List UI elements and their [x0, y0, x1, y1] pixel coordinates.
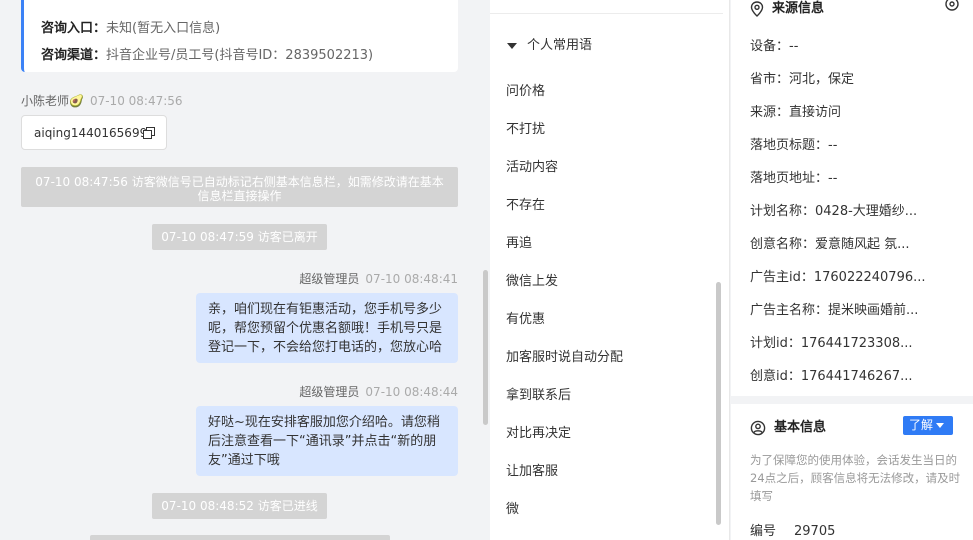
user-circle-icon	[750, 420, 766, 435]
phrases-divider	[490, 0, 723, 14]
message-bubble: 好哒~现在安排客服加您介绍哈。请您稍后注意查看一下“通讯录”并点击“新的朋友”通…	[196, 406, 458, 476]
phrase-item[interactable]: 再追	[506, 232, 532, 251]
phrase-item[interactable]: 让加客服	[506, 460, 558, 479]
basic-info-note: 为了保障您的使用体验，会话发生当日的24点之后，顾客信息将无法修改，请及时填写	[750, 453, 961, 503]
source-row-creative-id: 创意id：176441746267...	[750, 369, 913, 384]
settings-icon[interactable]	[944, 0, 960, 12]
caret-down-icon	[507, 42, 517, 49]
source-row-landing-url: 落地页地址：--	[750, 171, 838, 186]
customer-id-value: 29705	[794, 524, 836, 539]
wechat-id-text: aiqing1440165699	[34, 126, 148, 140]
customer-id-label: 编号	[750, 524, 777, 539]
consult-entry-value: 未知(暂无入口信息)	[106, 21, 221, 36]
customer-id-row: 编号 29705	[750, 520, 835, 539]
phrase-item[interactable]: 不打扰	[506, 118, 545, 137]
message-time: 07-10 08:47:56	[89, 94, 183, 108]
chat-workspace: 咨询入口：未知(暂无入口信息) 咨询渠道：抖音企业号/员工号(抖音号ID：283…	[0, 0, 973, 540]
section-divider	[731, 396, 973, 404]
sender-name: 小陈老师🥑	[21, 94, 84, 108]
system-message-autotag: 07-10 08:47:56 访客微信号已自动标记右侧基本信息栏，如需修改请在基…	[21, 167, 458, 207]
learn-more-dropdown[interactable]: 了解	[903, 416, 953, 435]
source-row-landing-title: 落地页标题：--	[750, 138, 838, 153]
source-row-advertiser-name: 广告主名称：提米映画婚前...	[750, 303, 919, 318]
message-time: 07-10 08:48:44	[365, 385, 458, 399]
sender-row: 小陈老师🥑 07-10 08:47:56	[21, 92, 183, 109]
phrase-item[interactable]: 拿到联系后	[506, 384, 571, 403]
admin-sender-row: 超级管理员 07-10 08:48:44	[299, 383, 458, 400]
consult-channel-label: 咨询渠道：	[41, 48, 107, 63]
wechat-id-message[interactable]: aiqing1440165699	[21, 115, 167, 150]
chat-scrollbar[interactable]	[483, 270, 488, 425]
admin-name: 超级管理员	[299, 385, 360, 399]
phrases-group-toggle[interactable]: 个人常用语	[507, 34, 592, 53]
phrase-item[interactable]: 有优惠	[506, 308, 545, 327]
phrase-item[interactable]: 问价格	[506, 80, 545, 99]
source-row-advertiser-id: 广告主id：176022240796...	[750, 270, 926, 285]
phrase-item[interactable]: 对比再决定	[506, 422, 571, 441]
source-info-title: 来源信息	[772, 1, 825, 16]
consult-entry-row: 咨询入口：未知(暂无入口信息)	[41, 17, 220, 36]
phrases-group-title: 个人常用语	[527, 38, 593, 53]
phrase-item[interactable]: 微信上发	[506, 270, 558, 289]
consult-info-card: 咨询入口：未知(暂无入口信息) 咨询渠道：抖音企业号/员工号(抖音号ID：283…	[21, 0, 458, 72]
source-info-header: 来源信息	[750, 0, 824, 17]
message-time: 07-10 08:48:41	[365, 272, 458, 286]
source-row-plan-name: 计划名称：0428-大理婚纱...	[750, 204, 918, 219]
consult-channel-row: 咨询渠道：抖音企业号/员工号(抖音号ID：2839502213)	[41, 44, 373, 63]
system-message-partial	[90, 535, 390, 540]
copy-icon[interactable]	[143, 127, 155, 139]
learn-more-label: 了解	[909, 418, 934, 432]
phrase-item[interactable]: 不存在	[506, 194, 545, 213]
consult-entry-label: 咨询入口：	[41, 21, 107, 36]
admin-name: 超级管理员	[299, 272, 360, 286]
phrase-item[interactable]: 微	[506, 498, 519, 517]
system-message-entered: 07-10 08:48:52 访客已进线	[152, 493, 327, 519]
phrase-item[interactable]: 活动内容	[506, 156, 558, 175]
source-row-origin: 来源：直接访问	[750, 105, 842, 120]
consult-channel-value: 抖音企业号/员工号(抖音号ID：2839502213)	[106, 48, 374, 63]
message-bubble: 亲，咱们现在有钜惠活动，您手机号多少呢，帮您预留个优惠名额哦！手机号只是登记一下…	[196, 293, 458, 363]
source-row-plan-id: 计划id：176441723308...	[750, 336, 913, 351]
location-pin-icon	[750, 0, 764, 17]
chat-panel: 咨询入口：未知(暂无入口信息) 咨询渠道：抖音企业号/员工号(抖音号ID：283…	[0, 0, 490, 540]
source-row-region: 省市：河北，保定	[750, 72, 855, 87]
source-row-device: 设备：--	[750, 39, 799, 54]
phrases-scrollbar[interactable]	[716, 282, 721, 525]
phrases-panel: 个人常用语 问价格 不打扰 活动内容 不存在 再追 微信上发 有优惠 加客服时说…	[490, 0, 730, 540]
basic-info-title: 基本信息	[774, 420, 827, 435]
basic-info-header: 基本信息	[750, 416, 826, 436]
customer-info-panel: 来源信息 设备：-- 省市：河北，保定 来源：直接访问 落地页标题：-- 落地页…	[731, 0, 973, 540]
system-message-left: 07-10 08:47:59 访客已离开	[152, 224, 327, 250]
admin-sender-row: 超级管理员 07-10 08:48:41	[299, 270, 458, 287]
phrase-item[interactable]: 加客服时说自动分配	[506, 346, 623, 365]
source-row-creative-name: 创意名称：爱意随风起 氛...	[750, 237, 910, 252]
caret-down-icon	[936, 423, 945, 428]
